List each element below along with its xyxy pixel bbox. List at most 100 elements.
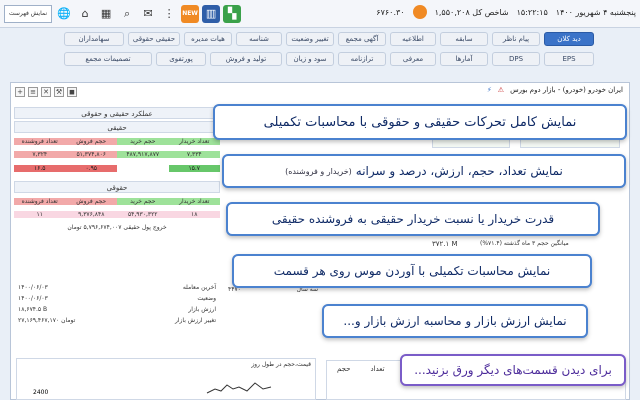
info-label: ارزش بازار [188,306,216,313]
banner-text: نمایش محاسبات تکمیلی با آوردن موس روی هر… [273,264,551,278]
money-flow-text: خروج پول حقیقی ۵,۷۹۶,۶۷۴,۰۰۷ تومان [67,223,167,231]
chart-icon[interactable]: ▥ [202,4,221,23]
menu-notices[interactable]: اطلاعیه [390,32,436,46]
info-row: ۱۴۰۰/۰۶/۰۳ وضعیت [14,295,220,306]
menu-balance[interactable]: ترازنامه [338,52,386,66]
col-seller-count: تعداد فروشنده [14,197,66,205]
menu-stats[interactable]: آمارها [440,52,488,66]
info-row: ۱۸,۶۷۴.۵ B ارزش بازار [14,306,220,317]
market-summary: ۶۷۶۰.۳۰ شاخص کل ۱,۵۵۰,۲۰۸ ۱۵:۲۲:۱۵ پنجشن… [376,5,636,19]
toolbar-icons: نمایش فهرست 🌐 ⌂ ▦ ⌕ ✉ ⋮ NEW ▥ ▚ [4,4,242,23]
banner-market-value: نمایش ارزش بازار و محاسبه ارزش بازار و..… [322,304,588,338]
menu-production-sales[interactable]: تولید و فروش [210,52,282,66]
banner-text: نمایش تعداد، حجم، ارزش، درصد و سرانه [355,164,563,178]
section-menu: دید کلان پیام ناظر سابقه اطلاعیه آگهی مج… [60,30,640,70]
menu-overview[interactable]: دید کلان [544,32,594,46]
col-count: تعداد [370,365,385,373]
table-row: ۱۱ ۹,۳۷۶,۸۴۸ ۵۴,۹۳۰,۳۲۲ ۱۸ [14,207,220,221]
real-buyer-count: ۷,۳۳۴ [168,150,220,158]
banner-counts: نمایش تعداد، حجم، ارزش، درصد و سرانه (خر… [222,154,626,188]
news-icon[interactable]: NEW [181,4,200,23]
table-row: ۱۶.۵ ۰.۹۵ ۱۵.۷ [14,161,220,175]
real-seller-count: ۷,۳۲۴ [14,150,66,158]
symbol-title: ایران خودرو (خودرو) - بازار دوم بورس [510,86,623,94]
banner-text: قدرت خریدار یا نسبت خریدار حقیقی به فروش… [271,212,555,226]
menu-eps[interactable]: EPS [544,52,594,66]
real-sell-volume: ۵۱,۳۷۴,۸۰۶ [65,150,117,158]
table-row: ۷,۳۲۴ ۵۱,۳۷۴,۸۰۶ ۴۸۷,۹۱۷,۸۷۷ ۷,۳۳۴ [14,147,220,161]
panel-tools: + ≡ ✕ ⚒ ◼ [15,87,77,97]
menu-supervisor-msg[interactable]: پیام ناظر [492,32,540,46]
menu-real-legal[interactable]: حقیقی حقوقی [128,32,180,46]
menu-board[interactable]: هیات مدیره [184,32,232,46]
menu-intro[interactable]: معرفی [390,52,436,66]
market-status-icon [412,5,427,19]
home-icon[interactable]: ⌂ [76,5,94,23]
date: پنجشنبه ۴ شهریور ۱۴۰۰ [555,7,636,17]
intraday-chart: قیمت،حجم در طول روز 2400 [16,358,316,400]
table-header: عملکرد حقیقی و حقوقی [14,107,220,119]
info-value: ۱۴۰۰/۰۶/۰۳ [18,284,48,291]
col-volume: حجم [337,365,351,373]
info-row: ۱۴۰۰/۰۶/۰۳ آخرین معامله [14,284,220,295]
avg-volume-label: میانگین حجم ۳ ماه گذشته (۷۱.۴%) [480,240,569,247]
banner-text: برای دیدن قسمت‌های دیگر ورق بزنید... [414,363,612,377]
list-button[interactable]: نمایش فهرست [4,4,53,23]
banner-hover: نمایش محاسبات تکمیلی با آوردن موس روی هر… [232,254,592,288]
col-buy-volume: حجم خرید [117,137,169,145]
price-line [206,382,272,394]
menu-shareholders[interactable]: سهامداران [64,32,124,46]
info-value: ۱۸,۶۷۴.۵ B [18,306,48,313]
panel-title-bar: ⚡ ⚠ ایران خودرو (خودرو) - بازار دوم بورس [487,86,623,94]
col-buyer-count: تعداد خریدار [168,137,220,145]
index-change: ۶۷۶۰.۳۰ [376,7,405,17]
menu-status-change[interactable]: تغییر وضعیت [286,32,334,46]
menu-portfolio[interactable]: پورتفوی [156,52,206,66]
legal-sell-volume: ۹,۳۷۶,۸۴۸ [65,210,117,218]
table-columns: تعداد فروشنده حجم فروش حجم خرید تعداد خر… [14,135,220,147]
doc-icon[interactable]: ≡ [28,87,38,97]
info-value: ۱۴۰۰/۰۶/۰۳ [18,295,48,302]
clock: ۱۵:۲۲:۱۵ [516,7,548,17]
menu-profit-loss[interactable]: سود و زیان [286,52,334,66]
menu-identity[interactable]: شناسه [236,32,282,46]
banner-subtext: (خریدار و فروشنده) [285,166,352,176]
info-label: وضعیت [197,295,216,302]
legal-section-label: حقوقی [14,181,220,193]
add-icon[interactable]: + [15,87,25,97]
info-value: ۲۷,۱۶۹,۴۶۷,۱۷۰ تومان [18,317,76,324]
col-seller-count: تعداد فروشنده [14,137,66,145]
table-columns: تعداد فروشنده حجم فروش حجم خرید تعداد خر… [14,195,220,207]
dots-icon[interactable]: ⋮ [160,5,178,23]
legal-seller-count: ۱۱ [14,210,66,218]
real-legal-table: عملکرد حقیقی و حقوقی حقیقی تعداد فروشنده… [14,107,220,233]
col-sell-volume: حجم فروش [65,197,117,205]
chart-svg [206,382,272,394]
banner-text: نمایش کامل تحرکات حقیقی و حقوقی با محاسب… [263,114,577,130]
avg-volume: ۳۷۲.۱ M [432,240,458,248]
apps-icon[interactable]: ▚ [223,4,242,23]
col-buyer-count: تعداد خریدار [168,197,220,205]
legal-buy-volume: ۵۴,۹۳۰,۳۲۲ [117,210,169,218]
search-icon[interactable]: ⌕ [118,5,136,23]
info-row: ۲۷,۱۶۹,۴۶۷,۱۷۰ تومان تغییر ارزش بازار [14,317,220,328]
menu-dps[interactable]: DPS [492,52,540,66]
banner-buyer-power: قدرت خریدار یا نسبت خریدار حقیقی به فروش… [226,202,600,236]
legal-buyer-count: ۱۸ [168,210,220,218]
chat-icon[interactable]: ✉ [139,5,157,23]
grid-icon[interactable]: ▦ [97,5,115,23]
tools-icon[interactable]: ✕ [41,87,51,97]
menu-assembly-decisions[interactable]: تصمیمات مجمع [64,52,152,66]
car-icon[interactable]: ◼ [67,87,77,97]
index-label: شاخص کل ۱,۵۵۰,۲۰۸ [434,7,509,17]
wrench-icon[interactable]: ⚒ [54,87,64,97]
market-info: ۱۴۰۰/۰۶/۰۳ آخرین معامله ۱۴۰۰/۰۶/۰۳ وضعیت ۱… [14,284,220,328]
banner-full-flow: نمایش کامل تحرکات حقیقی و حقوقی با محاسب… [213,104,627,140]
warning-icon: ⚠ [497,86,505,94]
real-buy-volume: ۴۸۷,۹۱۷,۸۷۷ [117,150,169,158]
globe-icon[interactable]: 🌐 [55,5,73,23]
flash-icon: ⚡ [486,86,492,94]
buyer-power: ۰.۹۵ [65,164,117,172]
menu-history[interactable]: سابقه [440,32,488,46]
menu-assembly-ad[interactable]: آگهی مجمع [338,32,386,46]
